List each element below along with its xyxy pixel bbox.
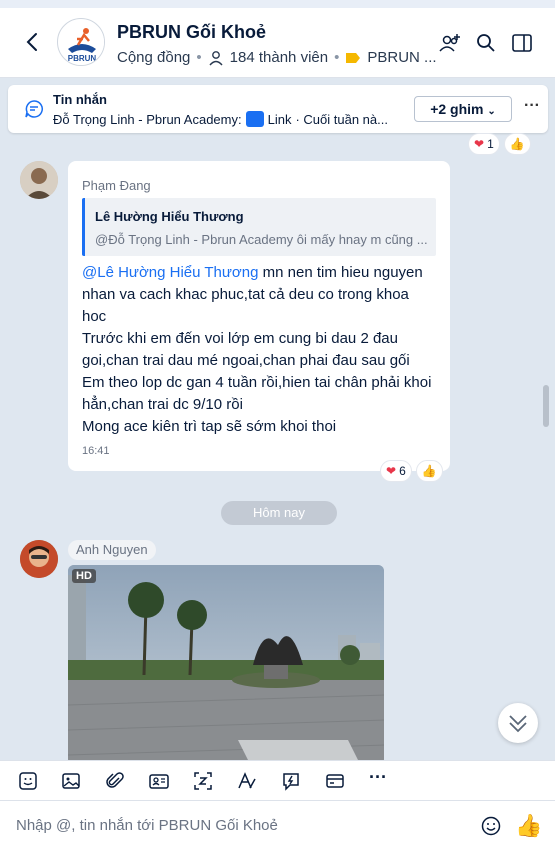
image-message[interactable]: HD: [68, 565, 384, 760]
chat-header: PBRUN PBRUN Gối Khoẻ Cộng đồng • 184 thà…: [0, 8, 555, 78]
window-top-strip: [0, 0, 555, 8]
user-avatar-icon: [20, 161, 58, 199]
pinned-text: · Cuối tuần nà...: [295, 111, 388, 127]
quoted-text: @Đỗ Trọng Linh - Pbrun Academy ôi mấy hn…: [95, 232, 428, 247]
quoted-message[interactable]: Lê Hường Hiểu Thương @Đỗ Trọng Linh - Pb…: [82, 198, 436, 256]
separator-dot: •: [334, 49, 340, 66]
thumbs-up-icon: 👍: [421, 464, 437, 478]
attachment-icon[interactable]: [105, 771, 125, 791]
person-icon: [209, 50, 223, 65]
heart-reaction-count: 6: [399, 464, 406, 478]
like-button[interactable]: 👍: [503, 133, 531, 155]
search-icon[interactable]: [475, 32, 497, 54]
like-button[interactable]: 👍: [415, 460, 443, 482]
heart-reaction-count: 1: [487, 137, 494, 151]
avatar[interactable]: [20, 161, 58, 199]
text-format-icon[interactable]: [237, 771, 257, 791]
sidebar-toggle-icon[interactable]: [511, 32, 533, 54]
scroll-to-bottom-button[interactable]: [498, 703, 538, 743]
pinned-message-bar[interactable]: Tin nhắn Đỗ Trọng Linh - Pbrun Academy: …: [8, 85, 548, 133]
add-member-icon[interactable]: [439, 32, 461, 54]
group-title: PBRUN Gối Khoẻ: [117, 22, 267, 42]
message-reactions: ❤ 6 👍: [380, 460, 443, 482]
message-line: Mong ace kiên trì tap sẽ sớm khoi thoi: [82, 418, 337, 435]
composer: 👍: [0, 800, 555, 851]
thumbs-up-icon: 👍: [515, 813, 543, 838]
double-chevron-down-icon: [509, 715, 527, 733]
send-like-button[interactable]: 👍: [515, 813, 542, 839]
date-separator: Hôm nay: [221, 501, 337, 525]
quick-message-icon[interactable]: [281, 771, 301, 791]
payment-card-icon[interactable]: [325, 771, 345, 791]
back-arrow-icon[interactable]: [22, 30, 44, 54]
heart-icon: ❤: [386, 464, 397, 478]
message-input[interactable]: [16, 817, 456, 834]
pinned-link-label: Link: [267, 111, 292, 127]
more-pins-button[interactable]: +2 ghim ⌄: [414, 96, 512, 122]
previous-message-reactions: ❤ 1 👍: [468, 133, 534, 155]
heart-reaction[interactable]: ❤ 1: [468, 133, 500, 155]
separator-dot: •: [196, 49, 202, 66]
hd-badge: HD: [72, 569, 96, 583]
message-text: @Lê Hường Hiểu Thương mn nen tim hieu ng…: [82, 262, 432, 438]
emoji-icon[interactable]: [481, 816, 501, 836]
message-bubble[interactable]: Phạm Đang Lê Hường Hiểu Thương @Đỗ Trọng…: [68, 161, 450, 471]
scrollbar-thumb[interactable]: [543, 385, 549, 427]
chat-bubble-icon: [25, 100, 43, 118]
tag-icon: [346, 52, 361, 63]
message-sender[interactable]: Phạm Đang: [82, 178, 151, 193]
pinned-sender: Đỗ Trọng Linh - Pbrun Academy:: [53, 111, 242, 127]
more-tools-icon[interactable]: ···: [369, 767, 389, 787]
avatar[interactable]: [20, 540, 58, 578]
pinned-preview: Đỗ Trọng Linh - Pbrun Academy: Link · Cu…: [53, 111, 398, 127]
tag-label[interactable]: PBRUN ...: [367, 49, 436, 66]
more-options-icon[interactable]: ···: [524, 97, 540, 115]
member-count[interactable]: 184 thành viên: [230, 49, 328, 66]
thumbs-up-icon: 👍: [509, 137, 525, 151]
message-line: Trước khi em đến voi lớp em cung bi dau …: [82, 330, 410, 369]
mention-link[interactable]: @Lê Hường Hiểu Thương: [82, 264, 258, 281]
heart-icon: ❤: [474, 137, 485, 151]
link-icon: [245, 111, 264, 127]
message-line: Em theo lop dc gan 4 tuần rồi,hien tai c…: [82, 374, 432, 413]
more-pins-label: +2 ghim: [430, 101, 484, 117]
message-list[interactable]: ❤ 1 👍 Phạm Đang Lê Hường Hiểu Thương @Đỗ…: [0, 133, 555, 760]
message-time: 16:41: [82, 445, 110, 457]
group-subtitle: Cộng đồng • 184 thành viên • PBRUN ...: [117, 49, 437, 66]
contact-card-icon[interactable]: [149, 771, 169, 791]
pinned-title: Tin nhắn: [53, 92, 107, 107]
user-avatar-icon: [20, 540, 58, 578]
logo-text: PBRUN: [68, 54, 97, 63]
image-icon[interactable]: [61, 771, 81, 791]
chevron-down-icon: ⌄: [487, 106, 496, 117]
quoted-sender: Lê Hường Hiểu Thương: [95, 209, 244, 224]
screenshot-icon[interactable]: [193, 771, 213, 791]
message-sender[interactable]: Anh Nguyen: [68, 540, 156, 560]
group-type: Cộng đồng: [117, 49, 191, 66]
sticker-icon[interactable]: [18, 771, 38, 791]
heart-reaction[interactable]: ❤ 6: [380, 460, 412, 482]
composer-toolbar: ···: [0, 760, 555, 800]
pbrun-logo-icon: PBRUN: [59, 20, 104, 65]
photo-image: [68, 565, 384, 760]
group-avatar[interactable]: PBRUN: [57, 18, 105, 66]
